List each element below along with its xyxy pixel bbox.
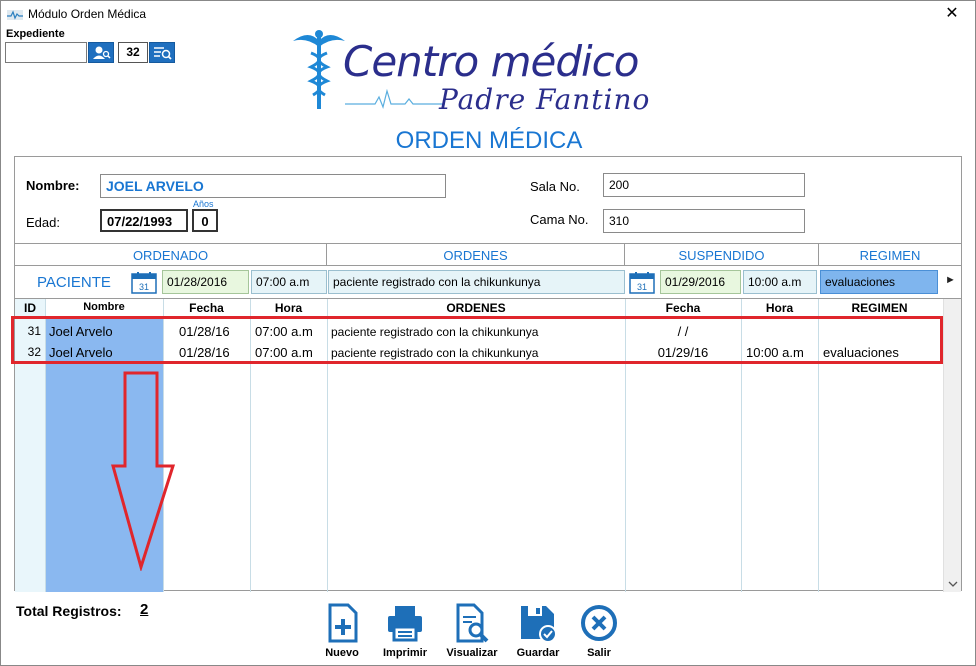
- cama-label: Cama No.: [530, 212, 589, 227]
- vertical-scrollbar[interactable]: [943, 299, 961, 592]
- calendar-icon[interactable]: 31: [130, 271, 158, 294]
- new-document-icon: [328, 603, 358, 643]
- orden-field[interactable]: paciente registrado con la chikunkunya: [328, 270, 625, 294]
- heartbeat-line: [345, 89, 445, 109]
- suspendido-fecha-field[interactable]: 01/29/2016: [660, 270, 741, 294]
- col-nombre[interactable]: Nombre: [45, 301, 163, 313]
- total-value: 2: [140, 601, 149, 618]
- sala-field[interactable]: 200: [603, 173, 805, 197]
- printer-icon: [388, 606, 422, 642]
- regimen-field[interactable]: evaluaciones: [820, 270, 938, 294]
- col-regimen[interactable]: REGIMEN: [818, 301, 941, 315]
- svg-text:31: 31: [637, 282, 647, 292]
- patient-search-button[interactable]: [88, 42, 114, 63]
- close-circle-icon: [581, 605, 617, 641]
- scroll-down-icon[interactable]: [948, 580, 958, 588]
- imprimir-label: Imprimir: [382, 647, 427, 659]
- red-down-arrow-annotation: [111, 371, 176, 571]
- age-field: 0: [192, 209, 218, 232]
- calendar-icon[interactable]: 31: [628, 271, 656, 294]
- red-highlight-annotation: [11, 316, 943, 364]
- close-button[interactable]: ✕: [929, 1, 975, 29]
- order-panel: Nombre: JOEL ARVELO Edad: 07/22/1993 Año…: [14, 156, 962, 592]
- logo-subtitle: Padre Fantino: [439, 83, 651, 116]
- imprimir-button[interactable]: Imprimir: [373, 603, 437, 663]
- title-bar: Módulo Orden Médica ✕: [1, 1, 975, 29]
- section-regimen: REGIMEN: [819, 243, 961, 266]
- col-hora-susp[interactable]: Hora: [741, 301, 818, 315]
- record-search-button[interactable]: [149, 42, 175, 63]
- nuevo-button[interactable]: Nuevo: [310, 603, 374, 663]
- guardar-button[interactable]: Guardar: [506, 603, 570, 663]
- visualizar-label: Visualizar: [446, 647, 498, 659]
- total-label: Total Registros:: [16, 603, 122, 619]
- document-search-icon: [154, 47, 172, 60]
- caduceus-icon: [293, 30, 345, 109]
- save-icon: [521, 606, 557, 643]
- nuevo-label: Nuevo: [325, 647, 359, 659]
- app-icon: [7, 10, 23, 20]
- expediente-input[interactable]: [5, 42, 87, 63]
- col-fecha-susp[interactable]: Fecha: [625, 301, 741, 315]
- col-hora[interactable]: Hora: [250, 301, 327, 315]
- sala-label: Sala No.: [530, 179, 580, 194]
- col-id[interactable]: ID: [15, 301, 45, 315]
- birthdate-field[interactable]: 07/22/1993: [100, 209, 188, 232]
- col-fecha[interactable]: Fecha: [163, 301, 250, 315]
- nombre-field[interactable]: JOEL ARVELO: [100, 174, 446, 198]
- paciente-label: PACIENTE: [37, 274, 111, 291]
- ordenado-hora-field[interactable]: 07:00 a.m: [251, 270, 327, 294]
- guardar-label: Guardar: [516, 647, 560, 659]
- user-search-icon: [93, 46, 111, 59]
- next-record-icon[interactable]: ►: [945, 274, 956, 286]
- visualizar-button[interactable]: Visualizar: [440, 603, 504, 663]
- nombre-label: Nombre:: [26, 178, 80, 193]
- logo-title: Centro médico: [343, 37, 639, 86]
- clinic-logo: Centro médico Padre Fantino: [289, 27, 689, 119]
- suspendido-hora-field[interactable]: 10:00 a.m: [743, 270, 817, 294]
- document-preview-icon: [456, 603, 489, 643]
- page-title: ORDEN MÉDICA: [395, 127, 583, 154]
- svg-text:31: 31: [139, 282, 149, 292]
- edad-label: Edad:: [26, 215, 60, 230]
- cama-field[interactable]: 310: [603, 209, 805, 233]
- ordenado-fecha-field[interactable]: 01/28/2016: [162, 270, 249, 294]
- salir-button[interactable]: Salir: [567, 603, 631, 663]
- expediente-number: 32: [118, 42, 148, 63]
- col-ordenes[interactable]: ORDENES: [327, 301, 625, 315]
- expediente-label: Expediente: [6, 28, 65, 40]
- section-suspendido: SUSPENDIDO: [625, 243, 819, 266]
- section-ordenado: ORDENADO: [15, 243, 327, 266]
- window-title: Módulo Orden Médica: [28, 7, 147, 21]
- anos-label: Años: [193, 199, 214, 209]
- section-ordenes: ORDENES: [327, 243, 625, 266]
- main-window: Módulo Orden Médica ✕ Expediente 32 Cent…: [0, 0, 976, 666]
- salir-label: Salir: [587, 647, 611, 659]
